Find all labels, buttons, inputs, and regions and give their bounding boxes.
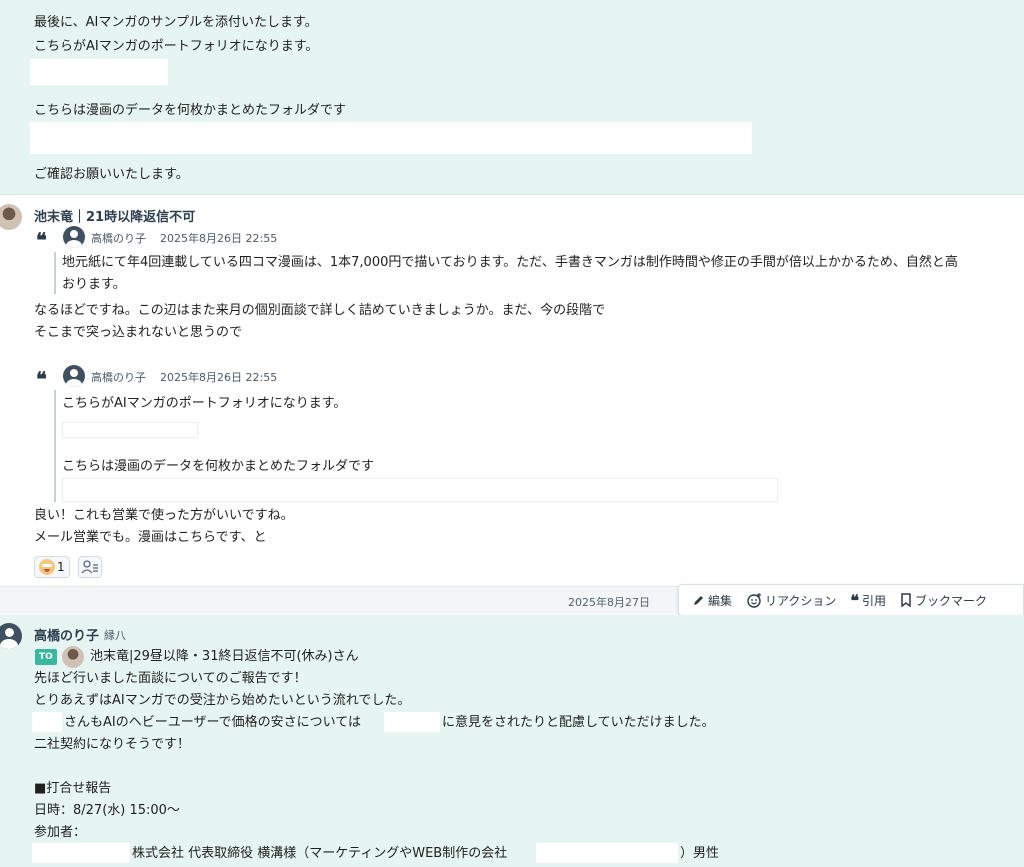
- redacted-link[interactable]: [30, 59, 168, 85]
- avatar[interactable]: [0, 204, 22, 230]
- message-top: 最後に、AIマンガのサンプルを添付いたします。 こちらがAIマンガのポートフォリ…: [0, 0, 1024, 195]
- edit-button[interactable]: 編集: [693, 592, 732, 609]
- reaction-button[interactable]: リアクション: [746, 592, 836, 609]
- quote-icon: ❝: [850, 590, 860, 610]
- reaction-chip[interactable]: 1: [34, 556, 70, 578]
- bookmark-label: ブックマーク: [915, 593, 988, 608]
- avatar: [63, 365, 85, 387]
- message-text: 株式会社 代表取締役 横溝様（マーケティングやWEB制作の会社: [132, 846, 508, 861]
- quote-datetime[interactable]: 2025年8月26日 22:55: [160, 369, 277, 385]
- message-text: さんもAIのヘビーユーザーで価格の安さについては: [64, 715, 362, 730]
- redacted-link[interactable]: [62, 478, 778, 502]
- message-text: 日時：8/27(水) 15:00〜: [34, 803, 180, 818]
- quote-icon: ❝: [36, 228, 47, 252]
- redacted-text: [32, 843, 130, 863]
- quote-text: 地元紙にて年4回連載している四コマ漫画は、1本7,000円で描いております。ただ…: [62, 255, 958, 270]
- quote-label: 引用: [862, 593, 887, 608]
- to-badge: TO: [35, 649, 57, 665]
- redacted-text: [384, 712, 440, 732]
- message-text: そこまで突っ込まれないと思うので: [34, 325, 243, 340]
- message-text: ）男性: [680, 846, 720, 861]
- message-text: 二社契約になりそうです！: [34, 737, 191, 752]
- smile-plus-icon: [747, 593, 762, 608]
- quote-datetime[interactable]: 2025年8月26日 22:55: [160, 230, 277, 246]
- message-text: こちらは漫画のデータを何枚かまとめたフォルダです: [34, 103, 347, 118]
- redacted-text: [536, 843, 678, 863]
- message-text: 先ほど行いました面談についてのご報告です！: [34, 671, 307, 686]
- message-text: なるほどですね。この辺はまた来月の個別面談で詳しく詰めていきましょうか。まだ、今…: [34, 303, 606, 318]
- message-text: とりあえずはAIマンガでの受注から始めたいという流れでした。: [34, 693, 411, 708]
- redacted-link[interactable]: [62, 422, 198, 438]
- redacted-link[interactable]: [30, 122, 752, 154]
- reaction-label: リアクション: [765, 593, 837, 608]
- message-text: 参加者：: [34, 825, 87, 840]
- quote-author: 高橋のり子: [91, 371, 146, 384]
- bookmark-button[interactable]: ブックマーク: [900, 592, 987, 609]
- quote-button[interactable]: ❝ 引用: [850, 591, 886, 610]
- avatar: [63, 226, 85, 248]
- bookmark-icon: [901, 593, 911, 607]
- redacted-text: [32, 712, 62, 732]
- date-label: 2025年8月27日: [568, 596, 650, 609]
- message-text: こちらがAIマンガのポートフォリオになります。: [34, 39, 319, 54]
- sender-name[interactable]: 高橋のり子: [34, 625, 99, 644]
- avatar[interactable]: [0, 623, 22, 649]
- to-recipient: 池末竜|29昼以降・31終日返信不可(休み)さん: [90, 649, 359, 664]
- message-text: 最後に、AIマンガのサンプルを添付いたします。: [34, 15, 318, 30]
- pencil-icon: [694, 596, 703, 605]
- quote-bar: [54, 252, 56, 294]
- message-mid: 池末竜｜21時以降返信不可 ❝ 高橋のり子 2025年8月26日 22:55 地…: [0, 196, 1024, 585]
- quote-text: おります。: [62, 277, 126, 292]
- quote-bar: [54, 390, 56, 502]
- user-list-icon: [81, 560, 98, 574]
- message-text: ご確認お願いいたします。: [34, 167, 189, 182]
- avatar: [62, 646, 84, 668]
- sender-name[interactable]: 池末竜｜21時以降返信不可: [34, 206, 195, 225]
- quote-text: こちらがAIマンガのポートフォリオになります。: [62, 396, 347, 411]
- message-text: に意見をされたりと配慮していただけました。: [442, 715, 715, 730]
- message-text: 良い！これも営業で使った方がいいですね。: [34, 508, 294, 523]
- sender-org: 縁八: [104, 629, 126, 642]
- edit-label: 編集: [708, 593, 733, 608]
- message-bottom: 高橋のり子 縁八 TO 池末竜|29昼以降・31終日返信不可(休み)さん 先ほど…: [0, 615, 1024, 867]
- quote-author: 高橋のり子: [91, 232, 146, 245]
- reaction-count: 1: [57, 560, 65, 574]
- message-text: ■打合せ報告: [34, 781, 112, 796]
- add-reaction-button[interactable]: [78, 556, 102, 578]
- message-text: メール営業でも。漫画はこちらです、と: [34, 530, 267, 545]
- message-action-bar: 編集 リアクション ❝ 引用 ブックマーク: [678, 584, 1024, 616]
- quote-text: こちらは漫画のデータを何枚かまとめたフォルダです: [62, 459, 375, 474]
- quote-icon: ❝: [36, 367, 47, 391]
- grimace-emoji-icon: [39, 559, 55, 575]
